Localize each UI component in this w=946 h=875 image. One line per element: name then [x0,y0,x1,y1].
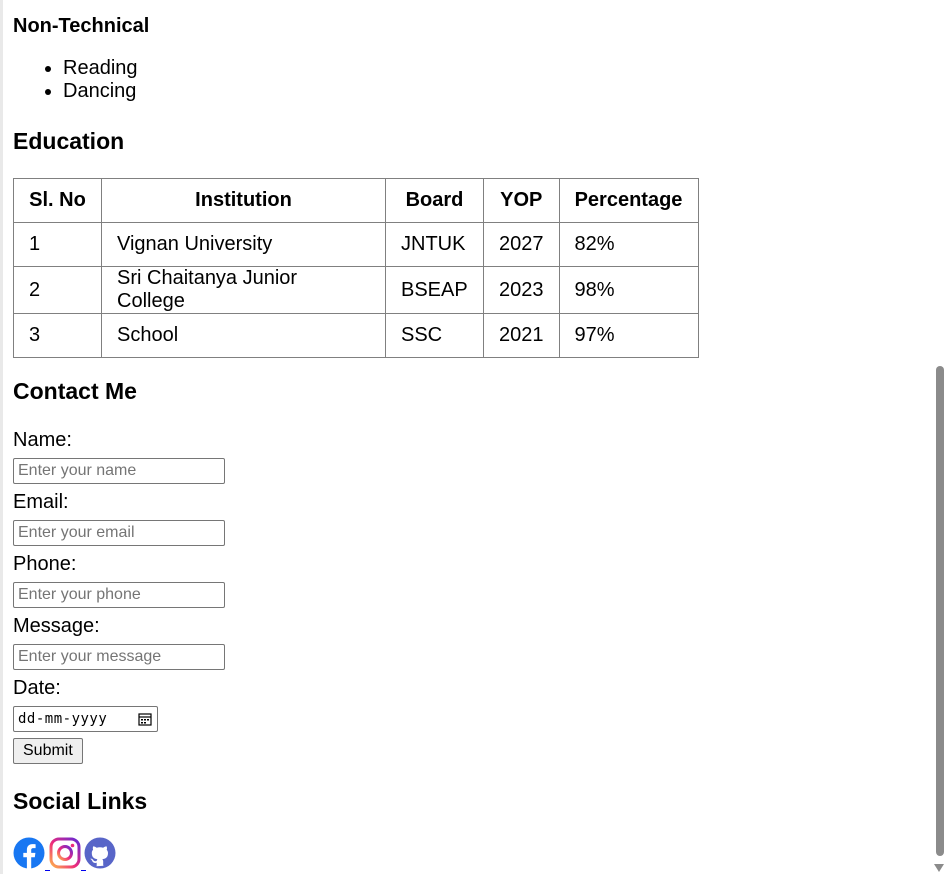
vertical-scrollbar[interactable] [931,0,946,874]
cell-institution: Vignan University [101,222,386,267]
link-underline [45,870,50,871]
social-links-heading: Social Links [13,788,148,814]
cell-board: SSC [385,313,484,358]
column-header-board: Board [385,178,484,223]
cell-sl-no: 1 [13,222,102,267]
page-left-edge [0,0,3,874]
calendar-icon[interactable] [138,712,152,726]
education-table: Sl. No Institution Board YOP Percentage … [13,178,699,358]
cell-yop: 2023 [483,266,560,314]
contact-heading: Contact Me [13,378,137,404]
table-header-row: Sl. No Institution Board YOP Percentage [13,178,699,223]
instagram-link[interactable] [49,837,86,871]
education-heading: Education [13,128,125,154]
cell-sl-no: 2 [13,266,102,314]
column-header-institution: Institution [101,178,386,223]
message-input[interactable] [13,644,225,670]
list-item: Reading [63,57,138,80]
instagram-icon [49,837,81,869]
date-input[interactable]: dd-mm-yyyy [13,706,158,732]
non-technical-list: Reading Dancing [13,57,138,103]
phone-label: Phone: [13,553,77,575]
cell-institution: Sri Chaitanya Junior College [101,266,386,314]
cell-yop: 2021 [483,313,560,358]
email-label: Email: [13,491,69,513]
cell-institution: School [101,313,386,358]
cell-sl-no: 3 [13,313,102,358]
submit-button[interactable]: Submit [13,738,83,764]
column-header-yop: YOP [483,178,560,223]
cell-board: BSEAP [385,266,484,314]
date-label: Date: [13,677,61,699]
date-placeholder: dd-mm-yyyy [18,711,108,727]
github-link[interactable] [84,837,116,869]
table-row: 2 Sri Chaitanya Junior College BSEAP 202… [13,266,699,314]
scroll-down-arrow-icon[interactable] [934,864,944,872]
name-label: Name: [13,429,72,451]
link-underline [81,870,86,871]
column-header-percentage: Percentage [558,178,699,223]
table-row: 3 School SSC 2021 97% [13,313,699,358]
email-input[interactable] [13,520,225,546]
list-item: Dancing [63,80,138,103]
column-header-sl-no: Sl. No [13,178,102,223]
cell-percentage: 98% [558,266,699,314]
cell-yop: 2027 [483,222,560,267]
cell-board: JNTUK [385,222,484,267]
facebook-icon [13,837,45,869]
non-technical-heading: Non-Technical [13,15,150,37]
cell-percentage: 82% [558,222,699,267]
github-icon [84,837,116,869]
phone-input[interactable] [13,582,225,608]
table-row: 1 Vignan University JNTUK 2027 82% [13,222,699,267]
scrollbar-thumb[interactable] [936,366,944,856]
name-input[interactable] [13,458,225,484]
cell-percentage: 97% [558,313,699,358]
message-label: Message: [13,615,100,637]
facebook-link[interactable] [13,837,50,871]
